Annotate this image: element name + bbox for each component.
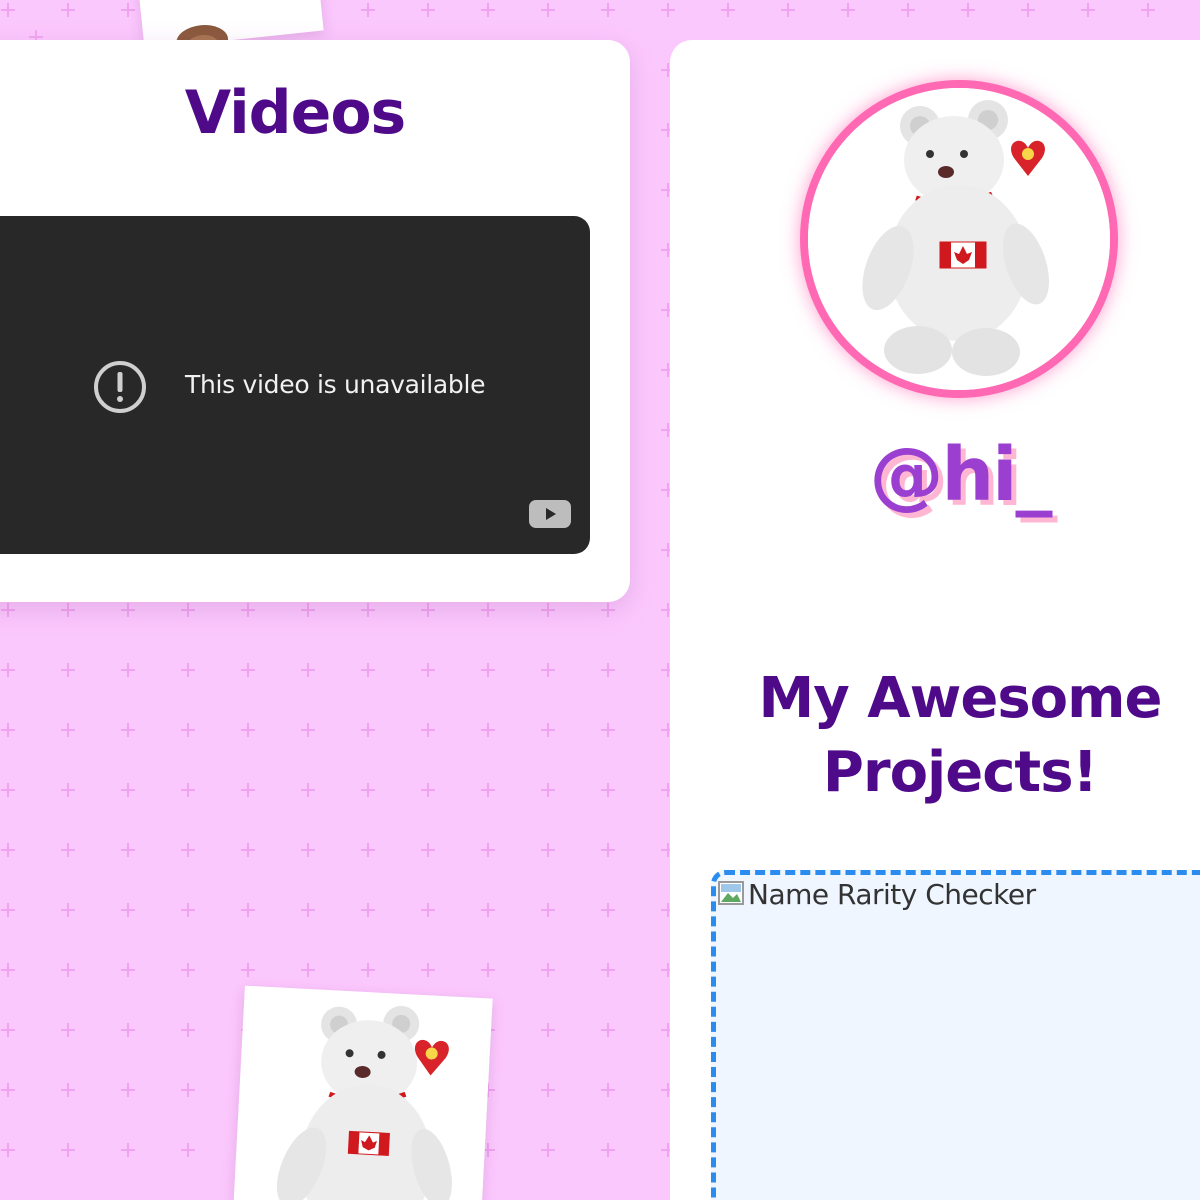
teddy-bear-photo-bottom bbox=[231, 985, 493, 1200]
broken-image-icon bbox=[718, 881, 744, 905]
projects-heading: My Awesome Projects! bbox=[758, 666, 1163, 805]
teddy-bear-avatar-icon bbox=[808, 88, 1110, 390]
teddy-bear-photo-icon bbox=[231, 985, 493, 1200]
profile-username: @hi_ bbox=[869, 432, 1052, 518]
youtube-logo-icon[interactable] bbox=[529, 500, 571, 528]
profile-avatar bbox=[800, 80, 1118, 398]
alert-circle-icon bbox=[94, 361, 146, 413]
video-unavailable-message: This video is unavailable bbox=[185, 370, 486, 399]
videos-heading: Videos bbox=[184, 78, 407, 148]
project-card-name-rarity-checker[interactable] bbox=[711, 870, 1200, 1200]
project-image-alt-text: Name Rarity Checker bbox=[748, 878, 1036, 911]
